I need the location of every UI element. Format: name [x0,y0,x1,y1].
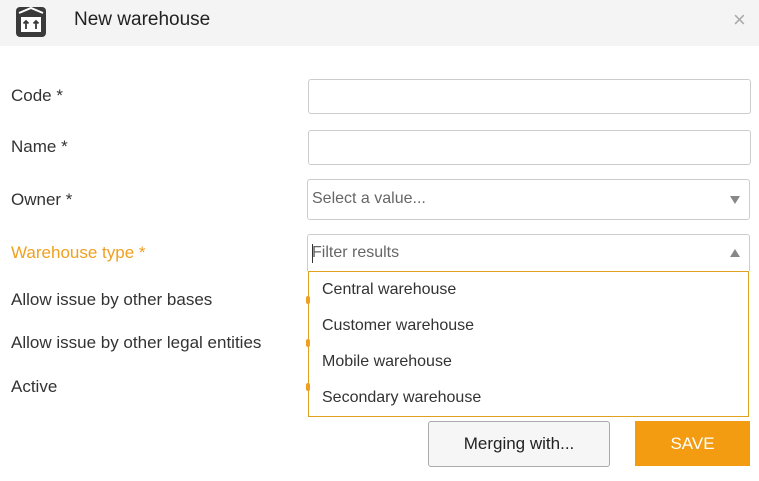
owner-label: Owner * [11,190,73,209]
text-cursor [312,244,313,263]
chevron-up-icon [730,249,740,257]
allow-issue-other-bases-label: Allow issue by other bases [11,290,213,309]
warehouse-type-select[interactable] [307,234,750,271]
active-toggle[interactable] [306,383,310,391]
allow-issue-other-entities-toggle[interactable] [306,339,310,347]
owner-select-placeholder: Select a value... [312,190,426,207]
allow-issue-other-entities-label: Allow issue by other legal entities [11,333,262,352]
owner-select[interactable]: Select a value... [307,179,750,220]
dialog-titlebar: New warehouse × [0,0,759,46]
save-button[interactable]: SAVE [635,421,750,466]
close-icon[interactable]: × [733,8,746,32]
merging-with-button[interactable]: Merging with... [428,421,610,467]
option-central-warehouse[interactable]: Central warehouse [309,272,748,308]
warehouse-box-icon [16,6,46,37]
code-label: Code * [11,86,63,105]
allow-issue-other-bases-toggle[interactable] [306,296,310,304]
code-input[interactable] [308,79,751,114]
name-input[interactable] [308,130,751,165]
option-secondary-warehouse[interactable]: Secondary warehouse [309,380,748,416]
dialog-title: New warehouse [74,9,211,30]
warehouse-type-options: Central warehouse Customer warehouse Mob… [308,271,749,417]
active-label: Active [11,377,58,396]
option-mobile-warehouse[interactable]: Mobile warehouse [309,344,748,380]
filter-results-input[interactable] [312,241,712,265]
chevron-down-icon [730,196,740,204]
name-label: Name * [11,137,68,156]
warehouse-type-label: Warehouse type * [11,243,146,262]
option-customer-warehouse[interactable]: Customer warehouse [309,308,748,344]
